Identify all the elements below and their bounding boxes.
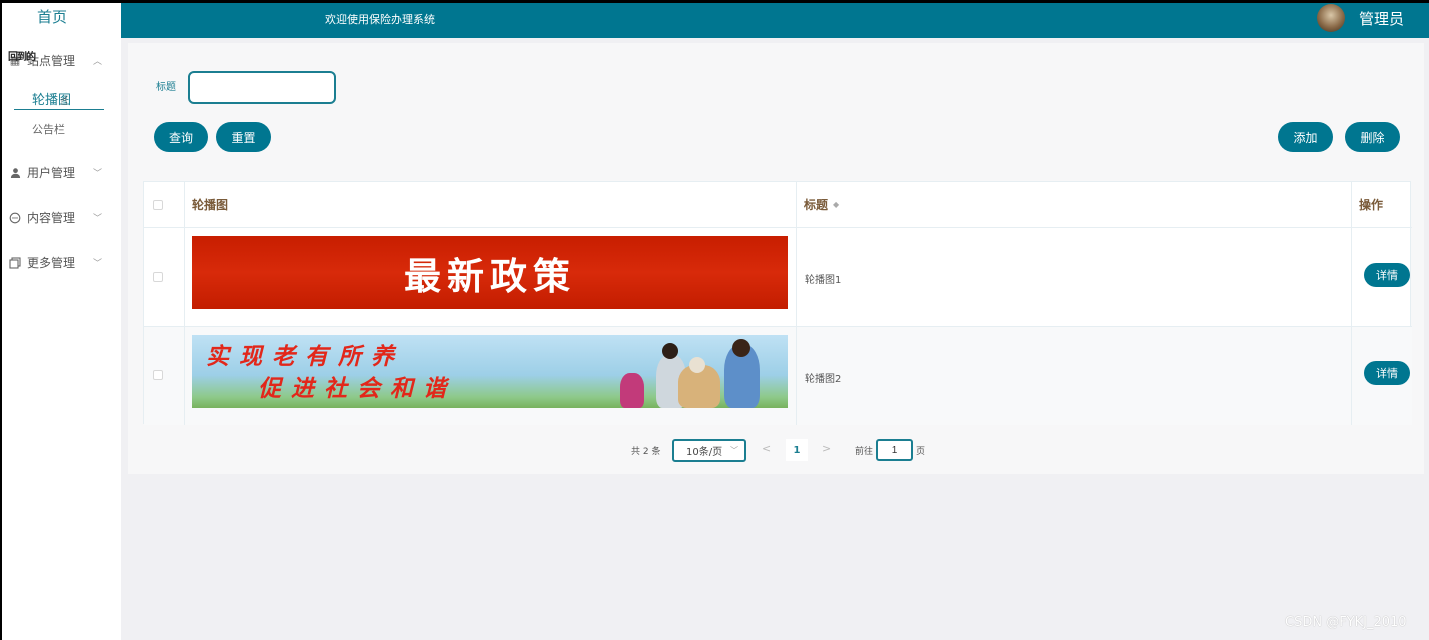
title-label: 标题 [156, 82, 176, 93]
top-header: 欢迎使用保险办理系统 管理员 [121, 3, 1429, 38]
app-frame: 首页 ▦ 站点管理 ︿ 回到的 轮播图 ☝ 公告栏 用户管理 ﹀ 内容管理 ﹀ [2, 3, 1429, 640]
data-table: 轮播图 标题 ◆ 操作 最新政策 轮播图1 详情 实现老有所养 促进社会和谐 轮… [143, 181, 1412, 425]
pagination-total: 共 2 条 [631, 447, 661, 457]
main-panel: 标题 查询 重置 添加 删除 轮播图 标题 ◆ 操作 最新政策 轮播图1 详情 … [128, 43, 1424, 474]
column-header-carousel: 轮播图 [192, 198, 229, 212]
row-divider [144, 326, 1412, 327]
banner-image-1: 最新政策 [192, 236, 788, 309]
row-checkbox[interactable] [153, 370, 163, 380]
chevron-down-icon: ﹀ [730, 446, 738, 455]
family-figure [689, 357, 705, 373]
column-header-title[interactable]: 标题 ◆ [796, 182, 1351, 227]
row-title: 轮播图2 [805, 374, 842, 385]
banner-text: 促进社会和谐 [258, 375, 456, 402]
family-figure [732, 339, 750, 357]
chevron-down-icon: ﹀ [93, 169, 103, 179]
chevron-down-icon: ﹀ [93, 214, 103, 224]
select-all-checkbox[interactable] [153, 200, 163, 210]
query-button[interactable]: 查询 [154, 122, 208, 152]
sidebar-item-content[interactable]: 内容管理 ﹀ [8, 209, 102, 226]
column-header-label: 标题 [804, 198, 829, 212]
sidebar-item-label: 用户管理 [27, 166, 76, 180]
sidebar-sub-notice[interactable]: 公告栏 [32, 121, 65, 137]
family-figure [662, 343, 678, 359]
avatar[interactable] [1317, 4, 1345, 32]
goto-page-input[interactable] [876, 439, 913, 461]
page-number-current[interactable]: 1 [786, 439, 808, 461]
banner-text: 实现老有所养 [206, 343, 404, 370]
sidebar-item-users[interactable]: 用户管理 ﹀ [8, 164, 102, 181]
home-link[interactable]: 首页 [2, 6, 102, 27]
chat-icon [8, 211, 22, 225]
sidebar-item-label: 更多管理 [27, 256, 76, 270]
detail-button[interactable]: 详情 [1364, 361, 1410, 385]
page-suffix-label: 页 [916, 447, 926, 457]
title-input[interactable] [188, 71, 336, 104]
add-button[interactable]: 添加 [1278, 122, 1333, 152]
detail-button[interactable]: 详情 [1364, 263, 1410, 287]
cursor-icon: ☝ [60, 94, 68, 109]
watermark: CSDN @FYKJ_2010 [1285, 615, 1407, 630]
admin-label[interactable]: 管理员 [1359, 8, 1404, 29]
copy-icon [8, 256, 22, 270]
reset-button[interactable]: 重置 [216, 122, 271, 152]
sidebar-item-more[interactable]: 更多管理 ﹀ [8, 254, 102, 271]
sidebar-item-label: 内容管理 [27, 211, 76, 225]
column-header-action: 操作 [1359, 198, 1384, 212]
sidebar: 首页 ▦ 站点管理 ︿ 回到的 轮播图 ☝ 公告栏 用户管理 ﹀ 内容管理 ﹀ [2, 3, 121, 640]
welcome-text: 欢迎使用保险办理系统 [325, 13, 435, 26]
family-figure [620, 373, 644, 408]
user-icon [8, 166, 22, 180]
row-checkbox[interactable] [153, 272, 163, 282]
next-page-button[interactable]: > [822, 442, 831, 455]
sort-icon[interactable]: ◆ [833, 200, 839, 209]
goto-label: 前往 [855, 447, 874, 457]
banner-text: 最新政策 [404, 254, 576, 298]
chevron-down-icon: ﹀ [93, 259, 103, 269]
banner-image-2: 实现老有所养 促进社会和谐 [192, 335, 788, 408]
row-title: 轮播图1 [805, 275, 842, 286]
page-size-value: 10条/页 [686, 447, 723, 458]
page-size-select[interactable]: 10条/页 ﹀ [672, 439, 746, 462]
delete-button[interactable]: 删除 [1345, 122, 1400, 152]
active-underline [14, 109, 104, 110]
overlap-text: 回到的 [8, 52, 36, 63]
chevron-up-icon: ︿ [93, 57, 103, 67]
prev-page-button[interactable]: < [762, 442, 771, 455]
row-divider [144, 227, 1412, 228]
